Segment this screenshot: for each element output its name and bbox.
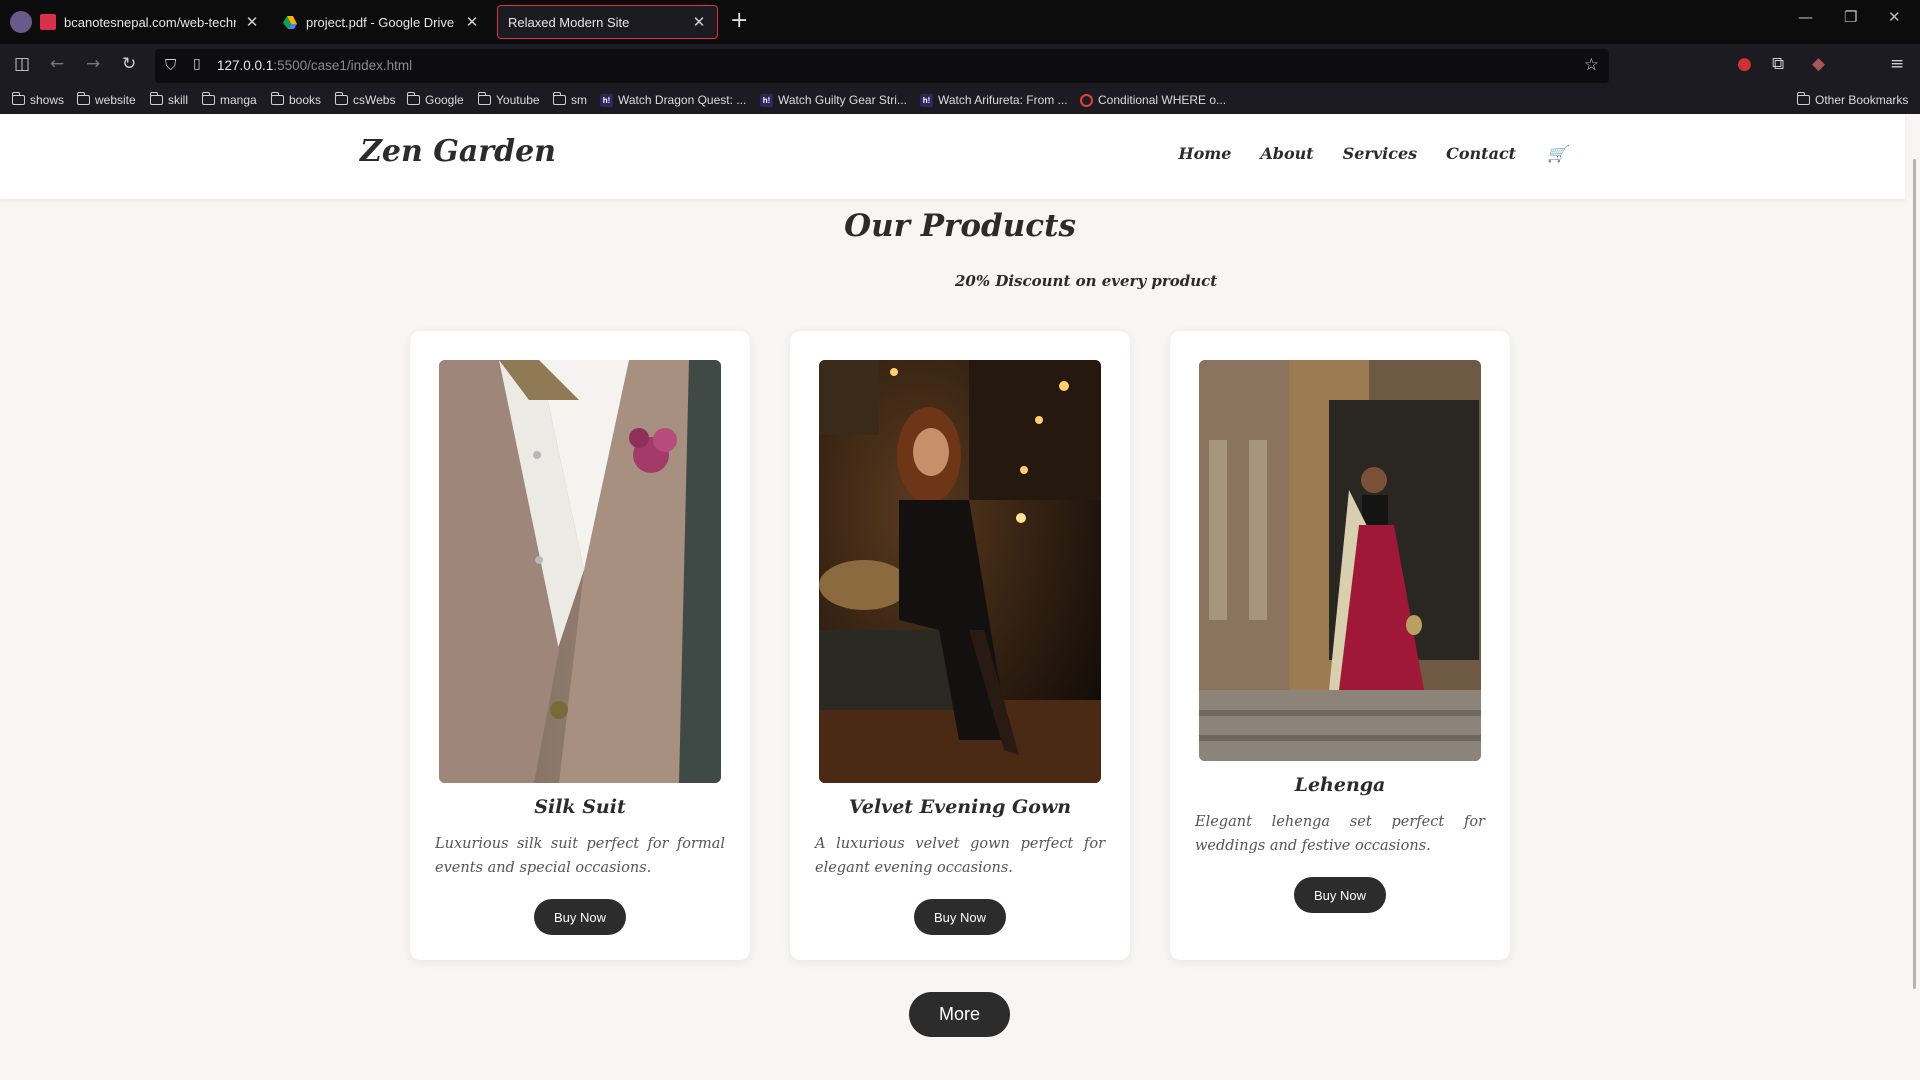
folder-icon — [271, 92, 284, 105]
tab-bar: bcanotesnepal.com/web-techn ✕ project.pd… — [0, 0, 1920, 44]
site-nav: Home About Services Contact 🛒 — [1178, 144, 1567, 163]
page-scrollbar[interactable] — [1913, 159, 1916, 989]
tab-title: Relaxed Modern Site — [508, 14, 630, 30]
folder-icon — [335, 92, 348, 105]
bookmark-folder-shows[interactable]: shows — [12, 92, 64, 107]
folder-icon — [1797, 92, 1810, 105]
nav-link-contact[interactable]: Contact — [1446, 144, 1516, 163]
tab-google-drive[interactable]: project.pdf - Google Drive ✕ — [272, 5, 490, 39]
product-image-velvet-gown — [819, 360, 1101, 783]
bookmark-folder-youtube[interactable]: Youtube — [478, 92, 540, 107]
product-description: Elegant lehenga set perfect for weddings… — [1195, 814, 1485, 854]
bcanotes-favicon-icon — [40, 14, 56, 30]
product-card-velvet-evening-gown: Velvet Evening Gown A luxurious velvet g… — [790, 331, 1130, 960]
product-name: Silk Suit — [534, 796, 626, 818]
folder-icon — [553, 92, 566, 105]
product-description: A luxurious velvet gown perfect for eleg… — [815, 836, 1105, 876]
tab-title: project.pdf - Google Drive — [306, 14, 455, 30]
url-bar[interactable]: ⛉ ▯ 127.0.0.1:5500/case1/index.html ☆ — [155, 49, 1609, 83]
navigation-toolbar: ◫ ← → ↻ ⛉ ▯ 127.0.0.1:5500/case1/index.h… — [0, 44, 1920, 88]
reload-icon[interactable]: ↻ — [122, 54, 136, 74]
bookmark-folder-website[interactable]: website — [77, 92, 136, 107]
product-description: Luxurious silk suit perfect for formal e… — [435, 836, 725, 876]
close-tab-icon[interactable]: ✕ — [464, 13, 480, 31]
bookmark-dragon-quest[interactable]: h! Watch Dragon Quest: ... — [600, 93, 746, 107]
bookmark-star-icon[interactable]: ☆ — [1584, 55, 1599, 75]
bookmark-folder-google[interactable]: Google — [407, 92, 464, 107]
product-card-silk-suit: Silk Suit Luxurious silk suit perfect fo… — [410, 331, 750, 960]
bookmarks-toolbar: shows website skill manga books csWebs G… — [0, 88, 1920, 114]
ghost-avatar-icon — [10, 11, 32, 33]
tab-relaxed-modern-site[interactable]: Relaxed Modern Site ✕ — [497, 5, 718, 39]
buy-now-button[interactable]: Buy Now — [914, 899, 1006, 935]
product-card-lehenga: Lehenga Elegant lehenga set perfect for … — [1170, 331, 1510, 960]
nav-link-services[interactable]: Services — [1343, 144, 1417, 163]
bookmark-folder-sm[interactable]: sm — [553, 92, 587, 107]
close-tab-icon[interactable]: ✕ — [244, 13, 260, 31]
hianime-icon: h! — [760, 93, 773, 107]
site-logo[interactable]: Zen Garden — [360, 134, 556, 169]
bookmark-arifureta[interactable]: h! Watch Arifureta: From ... — [920, 93, 1068, 107]
minimize-icon[interactable]: — — [1798, 8, 1813, 26]
back-icon[interactable]: ← — [50, 54, 64, 74]
close-window-icon[interactable]: ✕ — [1888, 8, 1901, 26]
cart-icon[interactable]: 🛒 — [1547, 144, 1567, 163]
product-image-silk-suit — [439, 360, 721, 783]
folder-icon — [478, 92, 491, 105]
bookmark-folder-cswebs[interactable]: csWebs — [335, 92, 395, 107]
other-bookmarks[interactable]: Other Bookmarks — [1797, 92, 1908, 107]
restore-icon[interactable]: ❐ — [1844, 8, 1857, 26]
section-subtitle: 20% Discount on every product — [955, 272, 1218, 290]
extension-red-icon[interactable]: ● — [1737, 54, 1752, 74]
product-image-lehenga — [1199, 360, 1481, 761]
bookmark-folder-skill[interactable]: skill — [150, 92, 188, 107]
web-page: Zen Garden Home About Services Contact 🛒… — [0, 114, 1920, 1080]
url-text: 127.0.0.1:5500/case1/index.html — [217, 58, 413, 73]
search-icon — [1080, 93, 1093, 107]
bookmark-folder-books[interactable]: books — [271, 92, 321, 107]
buy-now-button[interactable]: Buy Now — [534, 899, 626, 935]
hianime-icon: h! — [600, 93, 613, 107]
extensions-puzzle-icon[interactable]: ⧉ — [1772, 54, 1784, 74]
folder-icon — [150, 92, 163, 105]
close-tab-icon[interactable]: ✕ — [691, 13, 707, 31]
site-header: Zen Garden Home About Services Contact 🛒 — [0, 114, 1905, 199]
folder-icon — [407, 92, 420, 105]
google-drive-icon — [282, 14, 298, 30]
folder-icon — [202, 92, 215, 105]
tab-title: bcanotesnepal.com/web-techn — [64, 14, 236, 30]
ublock-icon[interactable]: ◆ — [1812, 54, 1825, 74]
nav-link-about[interactable]: About — [1260, 144, 1313, 163]
tab-bcanotesnepal[interactable]: bcanotesnepal.com/web-techn ✕ — [0, 5, 270, 39]
product-name: Velvet Evening Gown — [848, 796, 1072, 818]
nav-link-home[interactable]: Home — [1178, 144, 1231, 163]
menu-icon[interactable]: ≡ — [1890, 54, 1904, 74]
forward-icon[interactable]: → — [86, 54, 100, 74]
hianime-icon: h! — [920, 93, 933, 107]
folder-icon — [77, 92, 90, 105]
bookmark-conditional-where[interactable]: Conditional WHERE o... — [1080, 93, 1226, 107]
folder-icon — [12, 92, 25, 105]
section-title: Our Products — [844, 208, 1076, 244]
bookmark-guilty-gear[interactable]: h! Watch Guilty Gear Stri... — [760, 93, 907, 107]
bookmark-folder-manga[interactable]: manga — [202, 92, 257, 107]
page-icon: ▯ — [193, 56, 201, 72]
sidebar-icon[interactable]: ◫ — [14, 54, 30, 74]
shield-icon[interactable]: ⛉ — [165, 56, 176, 74]
new-tab-button[interactable]: + — [730, 10, 748, 32]
product-name: Lehenga — [1294, 774, 1386, 796]
buy-now-button[interactable]: Buy Now — [1294, 877, 1386, 913]
more-button[interactable]: More — [909, 992, 1010, 1037]
